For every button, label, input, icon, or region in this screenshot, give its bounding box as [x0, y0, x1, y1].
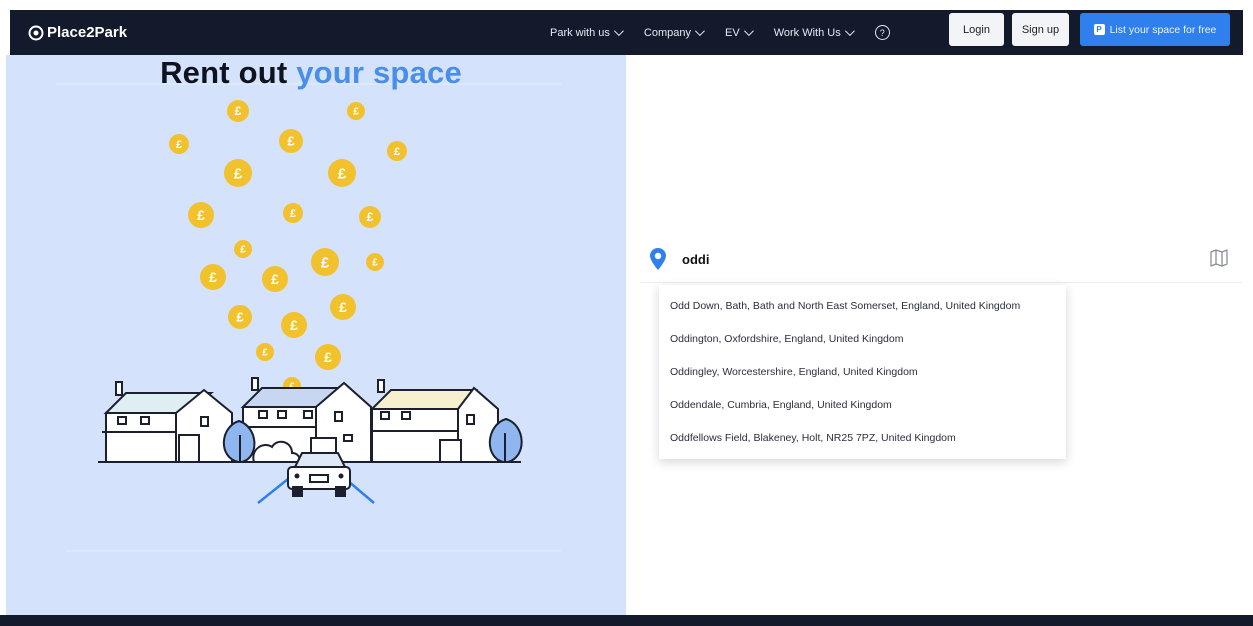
- map-icon[interactable]: [1209, 248, 1229, 268]
- hero-panel: £ £ £ £ £ £ £ £ £ £ £ £ £ £ £ £ £ £ £ £ £: [6, 55, 626, 615]
- top-strip: [0, 0, 1253, 10]
- pound-sign-icon: £: [209, 269, 217, 285]
- pound-sign-icon: £: [367, 210, 374, 224]
- signup-button[interactable]: Sign up: [1012, 13, 1069, 46]
- hero-title-part1: Rent out: [160, 55, 288, 90]
- help-icon[interactable]: ?: [874, 25, 890, 40]
- location-pin-icon: [650, 248, 666, 270]
- list-space-button[interactable]: P List your space for free: [1080, 13, 1230, 46]
- pound-sign-icon: £: [394, 146, 400, 158]
- suggestion-item[interactable]: Oddfellows Field, Blakeney, Holt, NR25 7…: [659, 421, 1066, 454]
- pound-sign-icon: £: [287, 134, 295, 149]
- pound-sign-icon: £: [321, 254, 330, 271]
- pound-sign-icon: £: [240, 244, 246, 255]
- chevron-down-icon: [743, 26, 754, 37]
- house-left-icon: [102, 381, 233, 463]
- pound-sign-icon: £: [271, 271, 279, 287]
- suggestion-item[interactable]: Oddington, Oxfordshire, England, United …: [659, 322, 1066, 355]
- nav-label: Work With Us: [773, 26, 841, 39]
- parking-badge-icon: P: [1093, 24, 1105, 35]
- list-space-label: List your space for free: [1109, 23, 1217, 36]
- hero-title-accent: your space: [296, 55, 462, 90]
- pound-sign-icon: £: [290, 317, 298, 333]
- pound-sign-icon: £: [338, 165, 347, 182]
- suggestion-item[interactable]: Oddendale, Cumbria, England, United King…: [659, 388, 1066, 421]
- location-search: [640, 238, 1243, 283]
- coins-group: £ ££ £££ ££ £ £££ ££ ££ £££ ££: [169, 100, 407, 395]
- brand-name: Place2Park: [47, 24, 128, 41]
- pound-sign-icon: £: [236, 310, 244, 325]
- pound-sign-icon: £: [262, 347, 268, 358]
- parking-logo-icon: [28, 25, 44, 40]
- nav-label: EV: [725, 26, 740, 39]
- suggestion-item[interactable]: Odd Down, Bath, Bath and North East Some…: [659, 289, 1066, 322]
- hero-title: Rent out your space: [6, 55, 616, 91]
- nav-menu: Park with us Company EV Work With Us ?: [550, 10, 890, 55]
- nav-label: Park with us: [550, 26, 610, 39]
- brand-logo[interactable]: Place2Park: [28, 24, 127, 41]
- footer-bar: [0, 615, 1253, 626]
- pound-sign-icon: £: [176, 139, 182, 151]
- navbar: Place2Park Park with us Company EV Work …: [10, 10, 1243, 55]
- pound-sign-icon: £: [290, 208, 296, 220]
- pound-sign-icon: £: [197, 207, 205, 223]
- chevron-down-icon: [844, 26, 855, 37]
- nav-work-with-us[interactable]: Work With Us: [773, 26, 855, 39]
- pound-sign-icon: £: [324, 349, 332, 365]
- houses-coins-illustration: £ ££ £££ ££ £ £££ ££ ££ £££ ££: [56, 83, 561, 552]
- suggestion-item[interactable]: Oddingley, Worcestershire, England, Unit…: [659, 355, 1066, 388]
- location-suggestions: Odd Down, Bath, Bath and North East Some…: [659, 285, 1066, 459]
- house-right-icon: [369, 379, 499, 463]
- pound-sign-icon: £: [353, 106, 359, 117]
- pound-sign-icon: £: [235, 104, 242, 118]
- chevron-down-icon: [694, 26, 705, 37]
- location-search-input[interactable]: [682, 248, 1162, 270]
- nav-company[interactable]: Company: [643, 26, 705, 39]
- pound-sign-icon: £: [234, 165, 243, 182]
- pound-sign-icon: £: [372, 257, 378, 268]
- chevron-down-icon: [613, 26, 624, 37]
- login-button[interactable]: Login: [949, 13, 1004, 46]
- pound-sign-icon: £: [339, 299, 347, 315]
- nav-park-with-us[interactable]: Park with us: [550, 26, 624, 39]
- nav-label: Company: [643, 26, 691, 39]
- nav-ev[interactable]: EV: [725, 26, 754, 39]
